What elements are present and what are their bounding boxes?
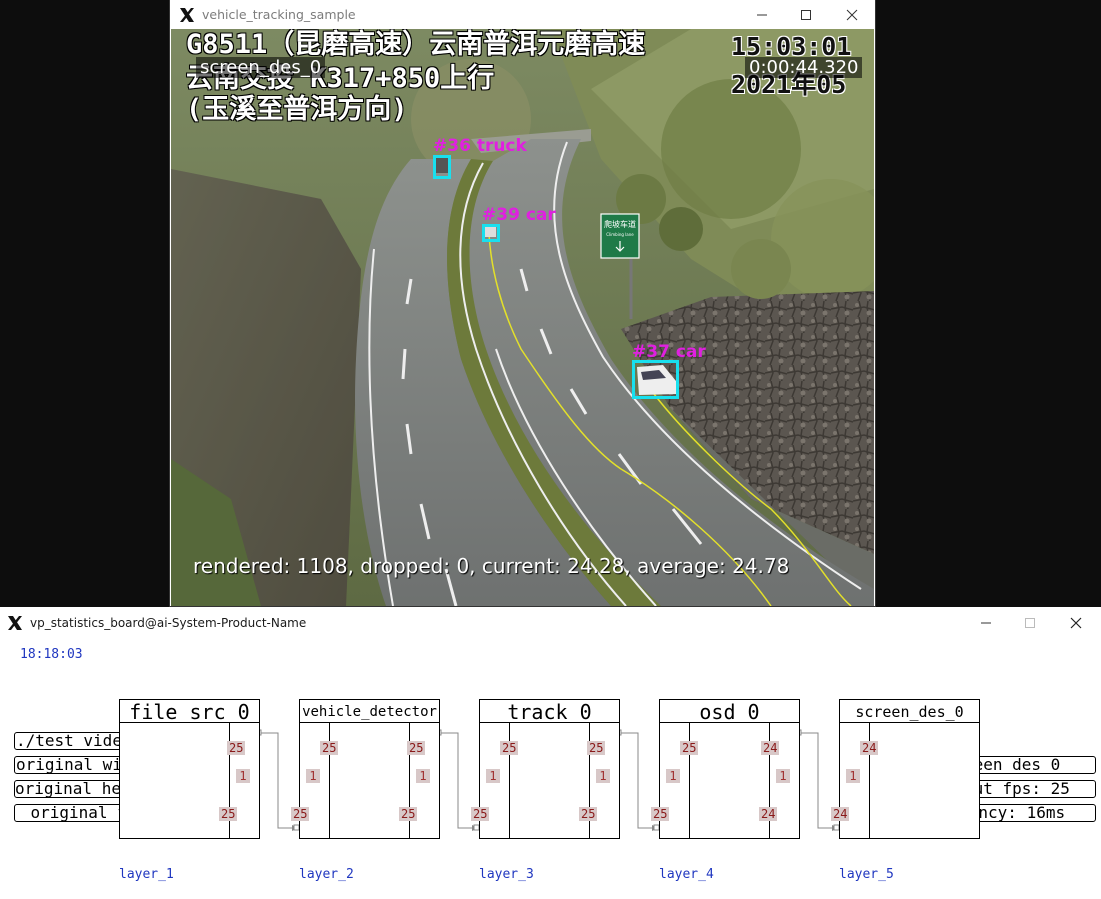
output-fps-badge: 25: [407, 741, 426, 755]
input-fps-badge: 25: [320, 741, 339, 755]
maximize-button[interactable]: [783, 0, 829, 29]
queue-badge: 1: [846, 769, 860, 783]
input-fps-badge: 24: [831, 807, 850, 821]
input-fps-badge: 25: [680, 741, 699, 755]
node-input-column: 25 1 25: [291, 723, 339, 838]
layer-label: layer_5: [839, 867, 894, 882]
x11-app-icon: [180, 7, 194, 22]
road-sign-subtitle: Climbing lane: [606, 232, 634, 237]
node-title: vehicle_detector: [300, 700, 439, 723]
input-fps-badge: 25: [291, 807, 310, 821]
node-title: file_src_0: [120, 700, 259, 723]
input-fps-badge: 25: [500, 741, 519, 755]
detection-box: [482, 224, 500, 242]
close-button[interactable]: [829, 0, 875, 29]
osd-elapsed: 0:00:44.320: [745, 57, 863, 78]
layer-label: layer_4: [659, 867, 714, 882]
minimize-button[interactable]: [739, 0, 785, 29]
output-fps-badge: 24: [759, 807, 778, 821]
layer-label: layer_2: [299, 867, 354, 882]
layer-label: layer_3: [479, 867, 534, 882]
node-input-column: 24 1 24: [831, 723, 879, 838]
node-output-column: 25 1 25: [579, 723, 619, 838]
queue-badge: 1: [416, 769, 430, 783]
output-fps-badge: 25: [587, 741, 606, 755]
detection-label: #37 car: [632, 342, 706, 362]
input-fps-badge: 25: [471, 807, 490, 821]
output-fps-badge: 25: [399, 807, 418, 821]
detection-box: [632, 360, 679, 399]
node-title: osd_0: [660, 700, 799, 723]
statistics-board-window: vp_statistics_board@ai-System-Product-Na…: [0, 607, 1101, 899]
layer-label: layer_1: [119, 867, 174, 882]
queue-badge: 1: [596, 769, 610, 783]
detection-label: #36 truck: [433, 136, 527, 156]
output-fps-badge: 25: [579, 807, 598, 821]
queue-badge: 1: [666, 769, 680, 783]
output-fps-badge: 25: [227, 741, 246, 755]
video-window-title: vehicle_tracking_sample: [202, 7, 356, 22]
node-title: track_0: [480, 700, 619, 723]
queue-badge: 1: [776, 769, 790, 783]
input-fps-badge: 25: [651, 807, 670, 821]
output-fps-badge: 24: [761, 741, 780, 755]
queue-badge: 1: [306, 769, 320, 783]
detection-box: [433, 155, 451, 179]
video-frame: 爬坡车道 Climbing lane G8511（昆磨高速）云南普洱元磨高速 云…: [171, 29, 874, 606]
node-output-column: 24 1 24: [759, 723, 799, 838]
pipeline-node-osd[interactable]: osd_0 25 1 25 24 1 24: [651, 699, 800, 839]
pipeline-node-vehicle-detector[interactable]: vehicle_detector 25 1 25 25 1 25: [291, 699, 440, 839]
osd-road-line3: (玉溪至普洱方向): [186, 94, 408, 125]
osd-screen-label: screen_des_0: [196, 57, 326, 78]
close-icon: [846, 9, 858, 20]
pipeline-node-track[interactable]: track_0 25 1 25 25 1 25: [471, 699, 620, 839]
render-stats: rendered: 1108, dropped: 0, current: 24.…: [193, 554, 790, 578]
maximize-icon: [801, 9, 811, 20]
road-sign-title: 爬坡车道: [604, 219, 636, 229]
queue-badge: 1: [236, 769, 250, 783]
detection-label: #39 car: [482, 205, 556, 225]
node-output-column: 25 1 25: [219, 723, 259, 838]
input-fps-badge: 24: [860, 741, 879, 755]
node-input-column: 25 1 25: [471, 723, 519, 838]
osd-road-line1: G8511（昆磨高速）云南普洱元磨高速: [186, 29, 646, 60]
queue-badge: 1: [486, 769, 500, 783]
video-titlebar[interactable]: vehicle_tracking_sample: [170, 0, 875, 29]
node-output-column: 25 1 25: [399, 723, 439, 838]
pipeline-node-file-src[interactable]: file_src_0 25 1 25: [119, 699, 260, 839]
node-title: screen_des_0: [840, 700, 979, 723]
pipeline-node-screen-des[interactable]: screen_des_0 24 1 24: [831, 699, 980, 839]
node-input-column: 25 1 25: [651, 723, 699, 838]
video-window: vehicle_tracking_sample 爬坡车道 Climbing la…: [170, 0, 875, 606]
output-fps-badge: 25: [219, 807, 238, 821]
minimize-icon: [757, 14, 767, 15]
